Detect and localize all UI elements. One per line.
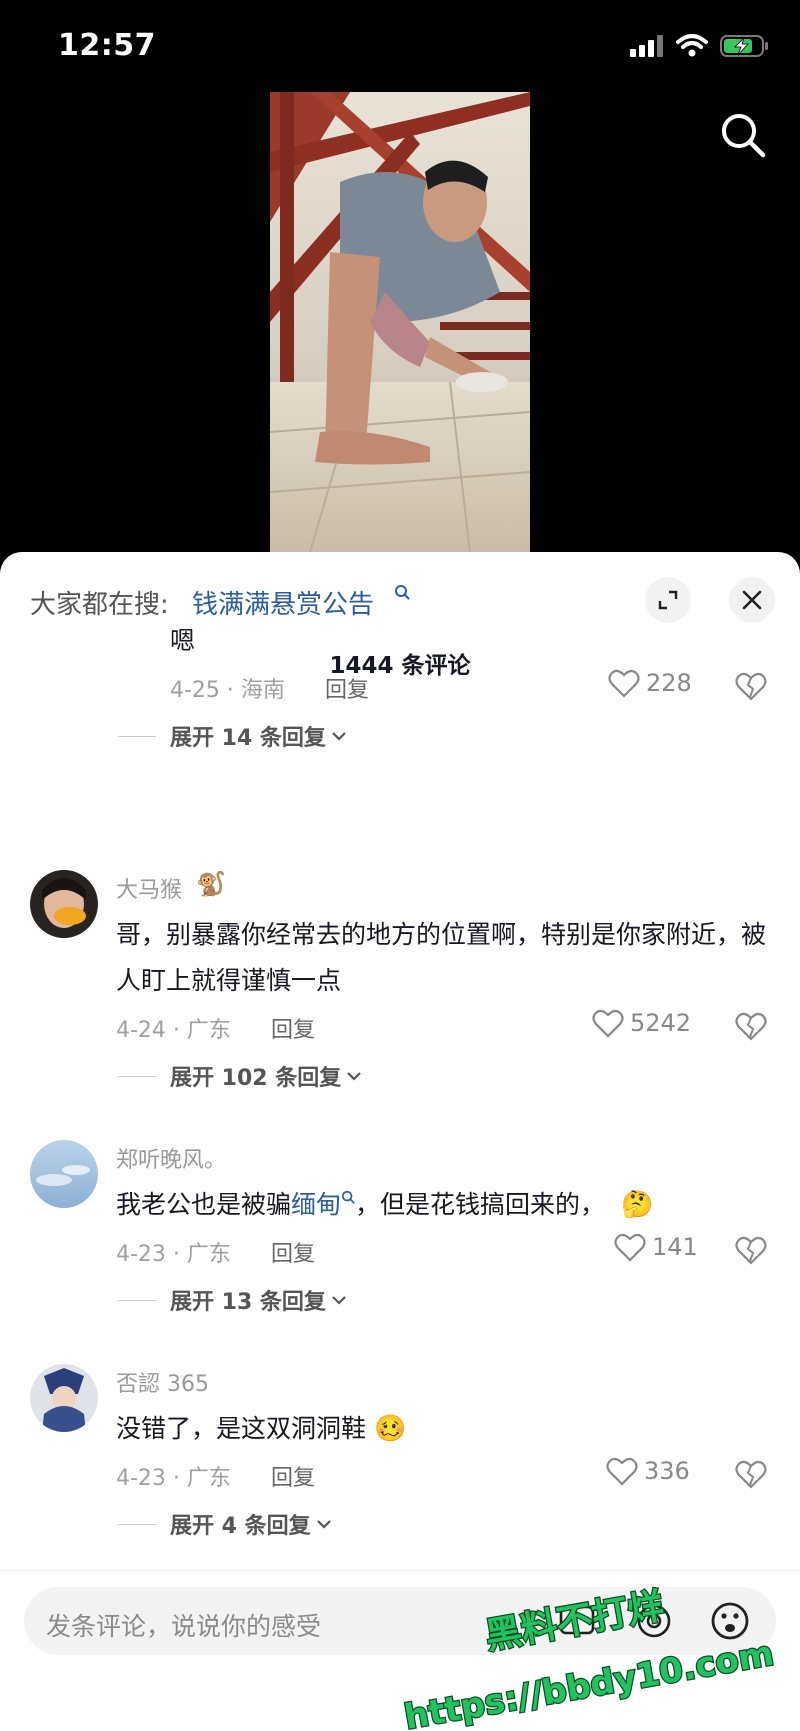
comment-date-location: 4-23 · 广东	[116, 1466, 231, 1491]
watermark-line2: https://bbdy10.com	[401, 1634, 776, 1731]
chevron-down-icon	[316, 1520, 331, 1529]
heart-icon	[614, 1233, 646, 1262]
avatar[interactable]	[30, 1140, 98, 1208]
chevron-down-icon	[332, 1296, 346, 1305]
divider	[118, 1075, 156, 1077]
close-icon	[742, 590, 762, 610]
username[interactable]: 否認 365	[116, 1366, 209, 1398]
reply-button[interactable]: 回复	[271, 1460, 315, 1492]
expand-replies-label: 展开 102 条回复	[170, 1066, 342, 1091]
heart-icon	[592, 1009, 624, 1038]
trending-search-prefix: 大家都在搜:	[30, 590, 169, 620]
reply-button[interactable]: 回复	[325, 672, 369, 704]
like-button[interactable]: 141	[614, 1232, 698, 1262]
heart-icon	[606, 1457, 638, 1486]
expand-replies-label: 展开 4 条回复	[170, 1514, 311, 1539]
search-small-icon[interactable]	[341, 1190, 355, 1204]
expand-replies-button[interactable]: 展开 102 条回复	[118, 1060, 363, 1092]
expand-replies-button[interactable]: 展开 13 条回复	[118, 1284, 348, 1316]
like-count: 336	[644, 1457, 690, 1485]
username[interactable]: 郑听晚风。	[116, 1142, 226, 1174]
username[interactable]: 大马猴	[116, 872, 182, 904]
watermark-line1: 黑料不打烊	[482, 1586, 666, 1658]
like-count: 228	[646, 669, 692, 697]
divider	[118, 1299, 156, 1301]
battery-charging-icon	[720, 35, 768, 57]
comment-text: 我老公也是被骗缅甸 ，但是花钱搞回来的， 🤔	[116, 1182, 776, 1228]
comment-text: 没错了，是这双洞洞鞋 🥴	[116, 1406, 776, 1452]
expand-button[interactable]	[645, 577, 691, 623]
close-button[interactable]	[729, 577, 775, 623]
heart-icon	[608, 669, 640, 698]
expand-replies-label: 展开 13 条回复	[170, 1290, 326, 1315]
reply-button[interactable]: 回复	[271, 1236, 315, 1268]
sheet-header: 大家都在搜: 钱满满悬赏公告	[0, 552, 800, 642]
reply-button[interactable]: 回复	[271, 1012, 315, 1044]
comment-date-location: 4-23 · 广东	[116, 1242, 231, 1267]
expand-icon	[658, 590, 678, 610]
comment-text: 哥，别暴露你经常去的地方的位置啊，特别是你家附近，被人盯上就得谨慎一点	[116, 920, 767, 995]
comment-text-after: ，但是花钱搞回来的，	[355, 1190, 606, 1219]
dislike-icon[interactable]	[735, 1234, 767, 1266]
like-button[interactable]: 5242	[592, 1008, 691, 1038]
status-time: 12:57	[58, 28, 156, 63]
chevron-down-icon	[347, 1072, 362, 1081]
status-icons	[630, 34, 770, 58]
video-player[interactable]	[0, 92, 800, 562]
comment-search-link[interactable]: 缅甸	[291, 1190, 341, 1219]
monkey-emoji-icon: 🐒	[196, 870, 226, 898]
wifi-icon	[676, 34, 708, 57]
like-count: 5242	[630, 1009, 692, 1037]
comment-text: 嗯	[170, 626, 196, 655]
search-icon[interactable]	[718, 110, 768, 160]
expand-replies-button[interactable]: 展开 14 条回复	[118, 720, 348, 752]
thinking-emoji-icon: 🤔	[621, 1190, 654, 1220]
comment-date-location: 4-25 · 海南	[170, 678, 285, 703]
blush-emoji-icon: 🥴	[373, 1414, 407, 1444]
comment-input-placeholder: 发条评论，说说你的感受	[46, 1612, 322, 1641]
signal-icon	[630, 35, 663, 57]
chevron-down-icon	[332, 732, 346, 741]
status-bar: 12:57	[0, 0, 800, 92]
like-button[interactable]: 336	[606, 1456, 690, 1486]
expand-replies-label: 展开 14 条回复	[170, 726, 326, 751]
comment-date-location: 4-24 · 广东	[116, 1018, 231, 1043]
avatar[interactable]	[30, 870, 98, 938]
dislike-icon[interactable]	[735, 1458, 767, 1490]
divider	[118, 735, 156, 737]
trending-search-link[interactable]: 钱满满悬赏公告	[192, 584, 374, 621]
comments-sheet: 大家都在搜: 钱满满悬赏公告 1444 条评论 嗯 4-25 · 海南 回复 2…	[0, 552, 800, 1731]
search-small-icon[interactable]	[394, 584, 410, 600]
avatar[interactable]	[30, 1364, 98, 1432]
dislike-icon[interactable]	[735, 1010, 767, 1042]
comment-text-before: 我老公也是被骗	[116, 1190, 292, 1219]
comment-input-bar: 发条评论，说说你的感受 黑料不打烊 https://bbdy10.com	[0, 1570, 800, 1731]
comment-text-body: 没错了，是这双洞洞鞋	[116, 1414, 367, 1443]
like-count: 141	[652, 1233, 698, 1261]
video-frame	[270, 92, 530, 552]
dislike-icon[interactable]	[735, 670, 767, 702]
divider	[118, 1523, 156, 1525]
expand-replies-button[interactable]: 展开 4 条回复	[118, 1508, 333, 1540]
watermark-logo: 黑料不打烊 https://bbdy10.com	[400, 1585, 778, 1731]
like-button[interactable]: 228	[608, 668, 692, 698]
